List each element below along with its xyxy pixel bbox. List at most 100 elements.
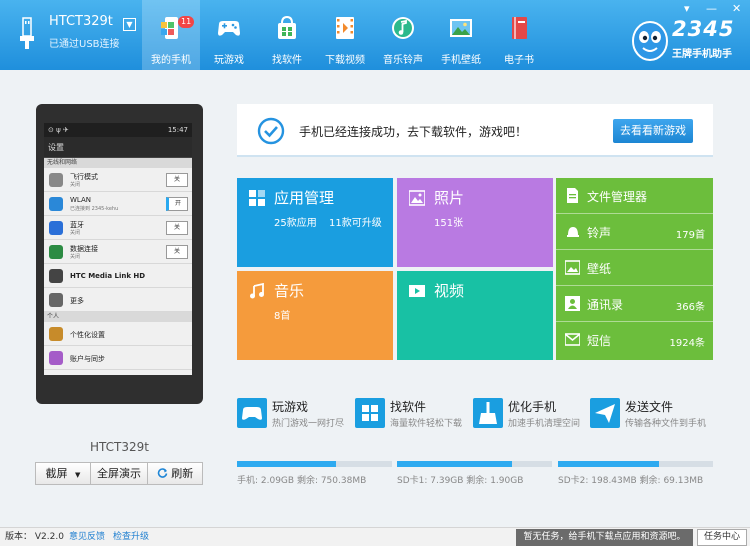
storage-sd1: SD卡1: 7.39GB 剩余: 1.90GB — [397, 461, 552, 486]
feedback-link[interactable]: 意见反馈 — [69, 528, 105, 546]
storage-fill — [397, 461, 512, 467]
nav-label: 找软件 — [272, 55, 302, 66]
setting-sub: 关闭 — [70, 182, 81, 188]
phone-setting-row: 数据连接 关闭 关 — [44, 240, 192, 264]
app-management-tile[interactable]: 应用管理 25款应用 11款可升级 — [237, 178, 393, 267]
close-button[interactable]: ✕ — [732, 2, 741, 15]
refresh-button[interactable]: 刷新 — [148, 463, 202, 484]
minimize-button[interactable]: — — [706, 2, 717, 15]
phone-setting-row: 蓝牙 关闭 关 — [44, 216, 192, 240]
nav-label: 玩游戏 — [214, 55, 244, 66]
quick-sub: 加速手机清理空间 — [508, 419, 581, 429]
phone-setting-row: HTC Media Link HD — [44, 264, 192, 288]
setting-sub: 关闭 — [70, 254, 81, 260]
ebook-icon — [512, 17, 527, 39]
nav-games[interactable]: 玩游戏 — [200, 0, 258, 70]
ringtones-row[interactable]: 铃声 179首 — [556, 214, 713, 250]
file-row-label: 文件管理器 — [587, 190, 648, 204]
nav-wallpapers[interactable]: 手机壁纸 — [432, 0, 490, 70]
gamepad-icon — [218, 21, 240, 36]
nav-software[interactable]: 找软件 — [258, 0, 316, 70]
usb-icon — [20, 17, 34, 49]
setting-toggle: 关 — [166, 173, 188, 187]
phone-status-icons: ⊙ ψ ✈ — [48, 126, 69, 134]
task-center-button[interactable]: 任务中心 — [697, 529, 747, 546]
view-new-games-button[interactable]: 去看看新游戏 — [613, 119, 693, 143]
nav-video-download[interactable]: 下载视频 — [316, 0, 374, 70]
document-icon — [567, 188, 578, 203]
wifi-icon — [49, 197, 63, 211]
music-note-icon — [392, 17, 414, 39]
upgrade-count[interactable]: 11款可升级 — [329, 214, 382, 229]
storage-text: SD卡2: 198.43MB 剩余: 69.13MB — [558, 476, 704, 486]
file-manager-row[interactable]: 文件管理器 — [556, 178, 713, 214]
menu-button[interactable]: ▾ — [684, 2, 690, 15]
tile-title: 音乐 — [274, 282, 305, 300]
music-tile[interactable]: 音乐 8首 — [237, 271, 393, 360]
check-circle-icon — [257, 117, 285, 145]
phone-setting-row: 更多 — [44, 288, 192, 312]
nav-ebooks[interactable]: 电子书 — [490, 0, 548, 70]
check-update-link[interactable]: 检查升级 — [113, 528, 149, 546]
quick-sub: 传输各种文件到手机 — [625, 419, 707, 429]
chevron-down-icon[interactable]: ▼ — [75, 471, 80, 479]
grid-icon — [249, 190, 265, 206]
nav-my-phone[interactable]: 11 我的手机 — [142, 0, 200, 70]
video-tile[interactable]: 视频 — [397, 271, 553, 360]
phone-setting-row: 账户与同步 — [44, 346, 192, 370]
phone-button-group: 截屏 ▼ 全屏演示 刷新 — [35, 462, 203, 485]
quick-title: 优化手机 — [508, 400, 557, 414]
phone-settings-title: 设置 — [44, 137, 192, 158]
brush-icon — [49, 327, 63, 341]
phone-clock: 15:47 — [167, 126, 188, 134]
storage-text: 手机: 2.09GB 剩余: 750.38MB — [237, 476, 367, 486]
phone-status-bar: ⊙ ψ ✈ 15:47 — [44, 123, 192, 137]
tile-title: 视频 — [434, 282, 465, 300]
quick-find-software[interactable]: 找软件 海量软件轻松下载 — [355, 396, 473, 430]
mascot-logo-icon — [632, 21, 668, 61]
software-bag-icon — [278, 15, 296, 39]
file-row-label: 壁纸 — [587, 262, 612, 276]
setting-title: 更多 — [70, 297, 84, 305]
file-row-count: 179首 — [675, 230, 705, 241]
video-icon — [409, 285, 425, 297]
refresh-icon — [157, 468, 168, 478]
envelope-icon — [565, 333, 580, 346]
phone-model-label: HTCT329t — [90, 440, 149, 454]
screenshot-button[interactable]: 截屏 ▼ — [36, 463, 91, 484]
update-badge: 11 — [178, 16, 195, 28]
brand-tagline: 王牌手机助手 — [672, 49, 732, 60]
setting-toggle: 关 — [166, 245, 188, 259]
file-row-label: 铃声 — [587, 226, 612, 240]
quick-title: 发送文件 — [625, 400, 674, 414]
image-icon — [565, 260, 580, 275]
nav-label: 我的手机 — [151, 55, 191, 66]
status-bar: 版本： V2.2.0 意见反馈 检查升级 暂无任务，给手机下载点应用和资源吧。 … — [0, 527, 750, 546]
contacts-icon — [565, 296, 580, 311]
storage-sd2: SD卡2: 198.43MB 剩余: 69.13MB — [558, 461, 713, 486]
device-dropdown-button[interactable]: ▼ — [123, 18, 136, 31]
task-message: 暂无任务，给手机下载点应用和资源吧。 — [516, 529, 693, 546]
storage-fill — [558, 461, 659, 467]
airplane-icon — [49, 173, 63, 187]
phone-screen[interactable]: ⊙ ψ ✈ 15:47 设置 无线和网络 飞行模式 关闭 关 WLAN 已连接到… — [44, 123, 192, 375]
version-label: 版本： V2.2.0 — [5, 532, 64, 542]
nav-ringtones[interactable]: 音乐铃声 — [374, 0, 432, 70]
quick-optimize-phone[interactable]: 优化手机 加速手机清理空间 — [473, 396, 591, 430]
photos-tile[interactable]: 照片 151张 — [397, 178, 553, 267]
storage-phone: 手机: 2.09GB 剩余: 750.38MB — [237, 461, 392, 486]
phone-section-wireless: 无线和网络 — [44, 158, 192, 168]
bluetooth-icon — [49, 221, 63, 235]
quick-send-files[interactable]: 发送文件 传输各种文件到手机 — [590, 396, 708, 430]
phone-setting-row: 个性化设置 — [44, 322, 192, 346]
sms-row[interactable]: 短信 1924条 — [556, 322, 713, 358]
setting-sub: 已连接到 2345-kehu — [70, 206, 119, 212]
contacts-row[interactable]: 通讯录 366条 — [556, 286, 713, 322]
fullscreen-demo-button[interactable]: 全屏演示 — [91, 463, 148, 484]
setting-toggle: 开 — [166, 197, 188, 211]
wallpapers-row[interactable]: 壁纸 — [556, 250, 713, 286]
quick-play-games[interactable]: 玩游戏 热门游戏一网打尽 — [237, 396, 355, 430]
quick-title: 玩游戏 — [272, 400, 309, 414]
storage-text: SD卡1: 7.39GB 剩余: 1.90GB — [397, 476, 524, 486]
setting-title: WLAN — [70, 196, 92, 204]
